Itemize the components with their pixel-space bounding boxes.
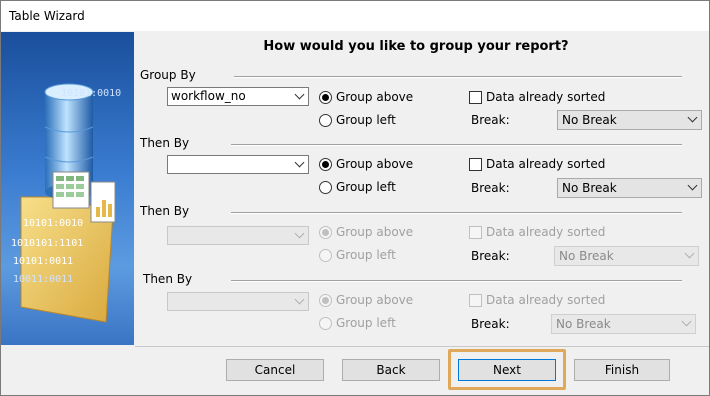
data-sorted-label-4: Data already sorted xyxy=(486,293,606,307)
data-sorted-label-3: Data already sorted xyxy=(486,225,606,239)
group-left-radio-1[interactable] xyxy=(319,114,332,127)
then-by-label-2: Then By xyxy=(140,136,190,150)
wizard-question: How would you like to group your report? xyxy=(263,39,569,54)
group-above-radio-2[interactable] xyxy=(319,158,332,171)
group-above-radio-3[interactable] xyxy=(319,226,332,239)
group-separator xyxy=(234,76,682,78)
data-sorted-label-2: Data already sorted xyxy=(486,157,606,171)
binary-text-4: 10101:0011 xyxy=(13,256,73,267)
data-sorted-checkbox-4[interactable] xyxy=(469,294,482,307)
footer-divider xyxy=(135,346,709,347)
data-sorted-label-1: Data already sorted xyxy=(486,90,606,104)
finish-button[interactable]: Finish xyxy=(574,359,670,381)
break-label-2: Break: xyxy=(471,181,510,195)
group-left-label-1: Group left xyxy=(336,113,396,127)
title-bar: Table Wizard xyxy=(1,1,709,31)
then-by-label-3: Then By xyxy=(140,204,190,218)
group-field-select-3[interactable] xyxy=(167,226,309,245)
break-label-4: Break: xyxy=(471,317,510,331)
group-above-label-1: Group above xyxy=(336,90,414,104)
data-sorted-checkbox-2[interactable] xyxy=(469,158,482,171)
break-label-3: Break: xyxy=(471,249,510,263)
chevron-down-icon xyxy=(681,316,692,327)
back-button[interactable]: Back xyxy=(342,359,440,381)
group-left-radio-4[interactable] xyxy=(319,317,332,330)
break-select-2[interactable]: No Break xyxy=(557,178,702,198)
then-by-label-4: Then By xyxy=(143,272,193,286)
chevron-down-icon xyxy=(294,157,305,168)
group-separator xyxy=(231,280,682,282)
group-above-radio-4[interactable] xyxy=(319,294,332,307)
chevron-down-icon xyxy=(687,180,698,191)
group-separator xyxy=(231,212,682,214)
binary-text-5: 10011:0011 xyxy=(13,274,73,285)
break-select-4[interactable]: No Break xyxy=(551,314,696,334)
group-left-radio-2[interactable] xyxy=(319,181,332,194)
group-above-label-4: Group above xyxy=(336,293,414,307)
chevron-down-icon xyxy=(294,89,305,100)
data-sorted-checkbox-1[interactable] xyxy=(469,91,482,104)
group-field-select-1[interactable]: workflow_no xyxy=(167,87,309,106)
table-wizard-window: Table Wizard 10101:0010 10101:0010 10101… xyxy=(0,0,710,396)
group-above-label-3: Group above xyxy=(336,225,414,239)
group-above-label-2: Group above xyxy=(336,157,414,171)
group-by-label: Group By xyxy=(140,68,196,82)
group-field-select-2[interactable] xyxy=(167,155,309,174)
group-above-radio-1[interactable] xyxy=(319,91,332,104)
group-left-label-4: Group left xyxy=(336,316,396,330)
break-label-1: Break: xyxy=(471,113,510,127)
group-left-label-2: Group left xyxy=(336,180,396,194)
break-select-1[interactable]: No Break xyxy=(557,110,702,130)
group-left-label-3: Group left xyxy=(336,248,396,262)
binary-text-3: 1010101:1101 xyxy=(11,238,83,249)
next-button[interactable]: Next xyxy=(458,359,556,381)
binary-text-2: 10101:0010 xyxy=(23,218,83,229)
group-field-select-4[interactable] xyxy=(167,292,309,311)
group-separator xyxy=(231,144,682,146)
wizard-side-image: 10101:0010 10101:0010 1010101:1101 10101… xyxy=(1,32,134,345)
binary-text-1: 10101:0010 xyxy=(61,88,121,99)
window-title: Table Wizard xyxy=(9,9,85,23)
break-select-3[interactable]: No Break xyxy=(554,246,699,266)
chevron-down-icon xyxy=(294,228,305,239)
database-folder-icon: 10101:0010 10101:0010 1010101:1101 10101… xyxy=(11,83,121,323)
chevron-down-icon xyxy=(294,294,305,305)
cancel-button[interactable]: Cancel xyxy=(226,359,324,381)
chevron-down-icon xyxy=(687,112,698,123)
chevron-down-icon xyxy=(684,248,695,259)
group-left-radio-3[interactable] xyxy=(319,249,332,262)
data-sorted-checkbox-3[interactable] xyxy=(469,226,482,239)
